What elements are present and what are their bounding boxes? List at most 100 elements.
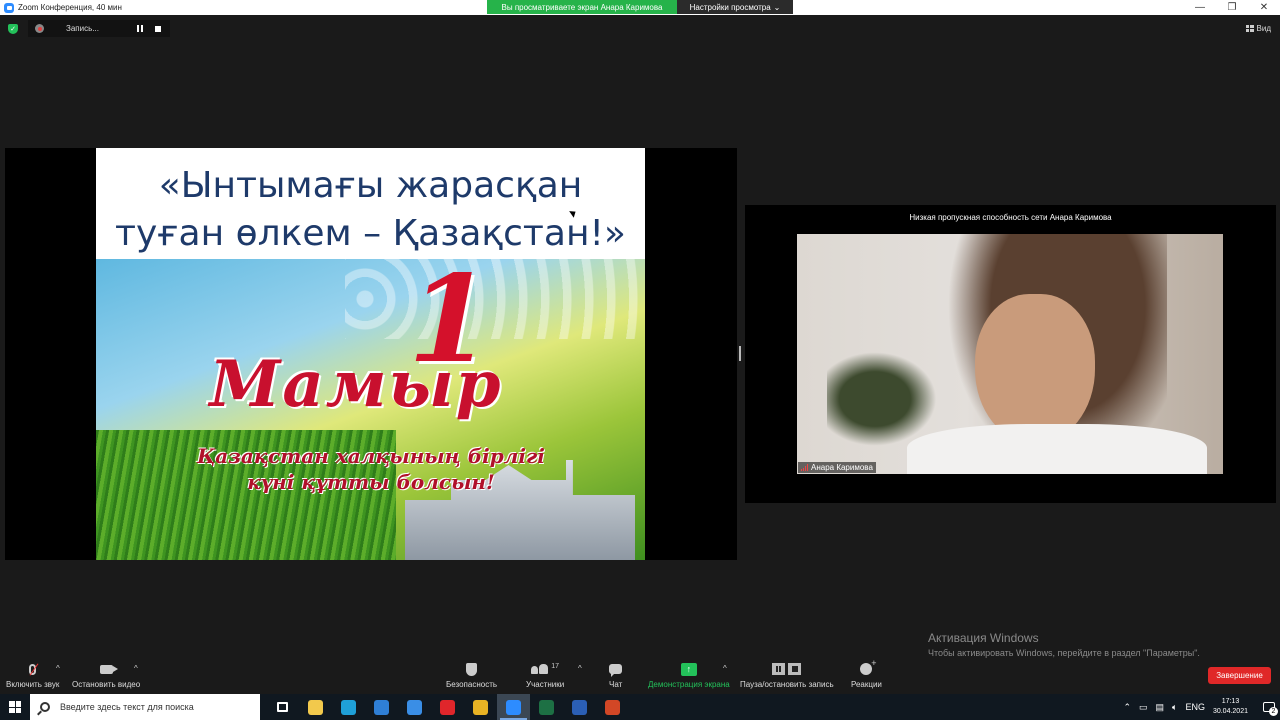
- poster-greeting-line1: Қазақстан халқының бірлігі: [197, 444, 545, 468]
- chat-button[interactable]: Чат: [609, 658, 622, 689]
- language-indicator[interactable]: ENG: [1185, 702, 1205, 712]
- slide-heading: «Ынтымағы жарасқан туған өлкем – Қазақст…: [96, 162, 645, 258]
- network-icon[interactable]: ▤: [1156, 702, 1165, 713]
- smiley-icon: [860, 658, 876, 675]
- participant-face: [975, 294, 1095, 444]
- taskbar-opera-button[interactable]: [431, 694, 464, 720]
- stop-recording-button[interactable]: [155, 25, 161, 32]
- word-icon: [572, 699, 587, 715]
- taskbar-edge-button[interactable]: [332, 694, 365, 720]
- poster-greeting-line2: күні құтты болсын!: [247, 470, 495, 494]
- view-settings-button[interactable]: Настройки просмотра ⌄: [677, 0, 793, 14]
- meeting-toolbar: Включить звук ^ Остановить видео ^ Безоп…: [0, 658, 1280, 694]
- participants-label: Участники: [526, 680, 565, 689]
- shared-screen[interactable]: «Ынтымағы жарасқан туған өлкем – Қазақст…: [5, 148, 737, 560]
- view-button-label: Вид: [1256, 24, 1271, 33]
- powerpoint-icon: [605, 699, 620, 715]
- windows-logo-icon: [9, 701, 21, 713]
- presentation-slide: «Ынтымағы жарасқан туған өлкем – Қазақст…: [96, 148, 645, 560]
- share-banner: Вы просматриваете экран Анара Каримова: [487, 0, 677, 14]
- participant-name-tag: Анара Каримова: [798, 462, 876, 473]
- window-controls: — ❐ ✕: [1184, 0, 1280, 15]
- opera-icon: [440, 699, 455, 715]
- participant-name: Анара Каримова: [811, 463, 873, 472]
- participants-count: 17: [551, 662, 559, 670]
- clock-date: 30.04.2021: [1212, 708, 1248, 715]
- taskbar-excel-button[interactable]: [530, 694, 563, 720]
- participants-button[interactable]: 17 Участники: [526, 658, 565, 690]
- taskbar-task-view-button[interactable]: [266, 694, 299, 720]
- view-settings-label: Настройки просмотра: [689, 2, 771, 12]
- chat-bubble-icon: [609, 664, 623, 677]
- participants-icon: [531, 664, 549, 674]
- share-screen-icon: ↑: [680, 662, 697, 676]
- video-options-caret-icon[interactable]: ^: [134, 664, 138, 673]
- participant-video[interactable]: [797, 234, 1223, 474]
- taskbar-zoom-button[interactable]: [497, 694, 530, 720]
- poster-greeting: Қазақстан халқының бірлігі күні құтты бо…: [136, 443, 606, 495]
- excel-icon: [539, 699, 554, 715]
- participants-options-caret-icon[interactable]: ^: [578, 664, 582, 673]
- taskbar-mail-button[interactable]: [365, 694, 398, 720]
- chevron-up-icon[interactable]: ⌃: [1123, 702, 1131, 713]
- clock-time: 17:13: [1221, 698, 1240, 705]
- shield-icon: [466, 662, 478, 676]
- share-options-caret-icon[interactable]: ^: [723, 664, 727, 673]
- system-tray: ⌃ ▭ ▤ 🔈︎ ENG 17:13 30.04.2021 2: [1123, 694, 1280, 720]
- security-label: Безопасность: [446, 680, 498, 689]
- activation-title: Активация Windows: [928, 631, 1039, 645]
- chevron-down-icon: ⌄: [773, 2, 781, 12]
- slide-heading-line2: туған өлкем – Қазақстан!»: [115, 213, 626, 254]
- camera-icon: [99, 664, 118, 674]
- clock[interactable]: 17:13 30.04.2021: [1213, 697, 1248, 717]
- share-screen-label: Демонстрация экрана: [648, 680, 730, 689]
- chrome-icon: [473, 699, 488, 715]
- panel-resize-handle[interactable]: [739, 346, 741, 361]
- recording-dot-icon: [35, 24, 44, 33]
- audio-options-caret-icon[interactable]: ^: [56, 664, 60, 673]
- encryption-shield-icon[interactable]: ✓: [8, 24, 18, 34]
- taskbar-word-button[interactable]: [563, 694, 596, 720]
- start-button[interactable]: [0, 694, 30, 720]
- unmute-button[interactable]: Включить звук: [6, 658, 59, 689]
- maximize-button[interactable]: ❐: [1216, 0, 1248, 15]
- holiday-poster-image: 1 Мамыр Қазақстан халқының бірлігі күні …: [96, 259, 645, 560]
- taskbar-chrome-button[interactable]: [464, 694, 497, 720]
- video-panel: Низкая пропускная способность сети Анара…: [745, 205, 1276, 503]
- battery-icon[interactable]: ▭: [1139, 702, 1148, 713]
- close-button[interactable]: ✕: [1248, 0, 1280, 15]
- minimize-button[interactable]: —: [1184, 0, 1216, 15]
- bandwidth-notice: Низкая пропускная способность сети Анара…: [909, 213, 1112, 222]
- volume-icon[interactable]: 🔈︎: [1172, 702, 1177, 713]
- security-button[interactable]: Безопасность: [446, 658, 497, 689]
- chat-label: Чат: [609, 680, 623, 689]
- pause-recording-button[interactable]: [137, 24, 145, 33]
- pause-stop-icon: [772, 663, 802, 675]
- signal-strength-icon: [801, 464, 808, 471]
- share-screen-button[interactable]: ↑ Демонстрация экрана: [648, 658, 730, 689]
- zoom-icon: [506, 699, 521, 715]
- file-explorer-icon: [308, 699, 323, 715]
- muted-mic-icon: [29, 663, 37, 675]
- slide-heading-line1: «Ынтымағы жарасқан: [158, 165, 583, 206]
- notification-center-button[interactable]: 2: [1258, 694, 1280, 720]
- participant-shirt: [907, 424, 1207, 474]
- grid-view-icon: [1245, 25, 1254, 32]
- taskbar-store-button[interactable]: [398, 694, 431, 720]
- mail-icon: [374, 699, 389, 715]
- notification-count: 2: [1269, 707, 1278, 716]
- task-view-icon: [277, 702, 288, 712]
- view-button[interactable]: Вид: [1245, 24, 1271, 33]
- recording-indicator: Запись...: [28, 20, 170, 37]
- window-title: Zoom Конференция, 40 мин: [18, 3, 122, 12]
- taskbar-apps: [266, 694, 629, 720]
- taskbar-file-explorer-button[interactable]: [299, 694, 332, 720]
- pause-stop-recording-button[interactable]: Пауза/остановить запись: [740, 658, 834, 689]
- taskbar-search-box[interactable]: Введите здесь текст для поиска: [30, 694, 260, 720]
- end-meeting-button[interactable]: Завершение: [1208, 667, 1271, 684]
- taskbar-powerpoint-button[interactable]: [596, 694, 629, 720]
- pause-stop-recording-label: Пауза/остановить запись: [740, 680, 834, 689]
- unmute-label: Включить звук: [6, 680, 60, 689]
- reactions-button[interactable]: Реакции: [851, 658, 882, 689]
- stop-video-button[interactable]: Остановить видео: [72, 658, 140, 689]
